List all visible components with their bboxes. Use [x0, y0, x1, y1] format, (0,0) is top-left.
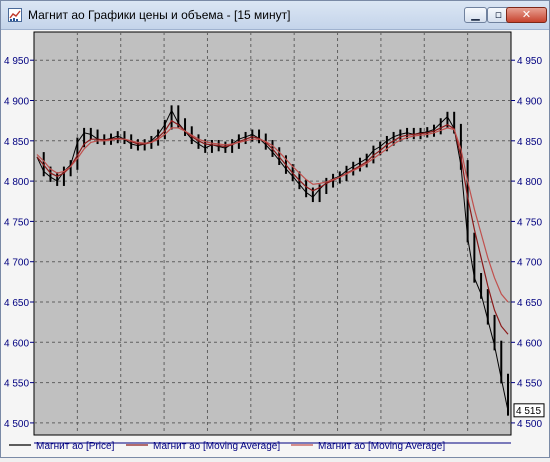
y-tick-label-left: 4 550 [4, 379, 29, 390]
y-tick-label-left: 4 700 [4, 258, 29, 269]
y-tick-label-right: 4 950 [517, 56, 542, 67]
legend-label: Магнит ао [Moving Average] [153, 441, 280, 452]
price-chart[interactable]: 4 950 4 950 4 900 4 900 4 850 4 850 4 800 4 800… [1, 30, 549, 457]
y-tick-label-left: 4 850 [4, 137, 29, 148]
minimize-button[interactable]: ▁ [464, 7, 487, 23]
y-tick-label-right: 4 850 [517, 137, 542, 148]
close-button[interactable]: ✕ [506, 7, 547, 23]
chart-area: 4 950 4 950 4 900 4 900 4 850 4 850 4 800 4 800… [1, 30, 549, 457]
legend-label: Магнит ао [Moving Average] [318, 441, 445, 452]
y-tick-label-right: 4 800 [517, 177, 542, 188]
y-tick-label-right: 4 650 [517, 298, 542, 309]
y-tick-label-right: 4 500 [517, 419, 542, 430]
y-tick-label-right: 4 750 [517, 217, 542, 228]
y-tick-label-right: 4 900 [517, 97, 542, 108]
y-tick-label-left: 4 750 [4, 217, 29, 228]
close-icon: ✕ [521, 8, 532, 21]
title-bar[interactable]: Магнит ао Графики цены и объема - [15 ми… [1, 1, 549, 30]
y-tick-label-left: 4 500 [4, 419, 29, 430]
y-tick-label-right: 4 600 [517, 338, 542, 349]
y-tick-label-right: 4 550 [517, 379, 542, 390]
y-tick-label-left: 4 600 [4, 338, 29, 349]
y-tick-label-left: 4 950 [4, 56, 29, 67]
chart-window: Магнит ао Графики цены и объема - [15 ми… [0, 0, 550, 458]
legend-label: Магнит ао [Price] [36, 441, 115, 452]
y-tick-label-left: 4 650 [4, 298, 29, 309]
y-tick-label-left: 4 900 [4, 97, 29, 108]
y-tick-label-right: 4 700 [517, 258, 542, 269]
plot-area [33, 31, 512, 436]
y-tick-label-left: 4 800 [4, 177, 29, 188]
window-title: Магнит ао Графики цены и объема - [15 ми… [28, 8, 291, 22]
last-value-label: 4 515 [516, 406, 541, 417]
minimize-icon: ▁ [471, 8, 480, 21]
chart-app-icon [8, 8, 22, 22]
